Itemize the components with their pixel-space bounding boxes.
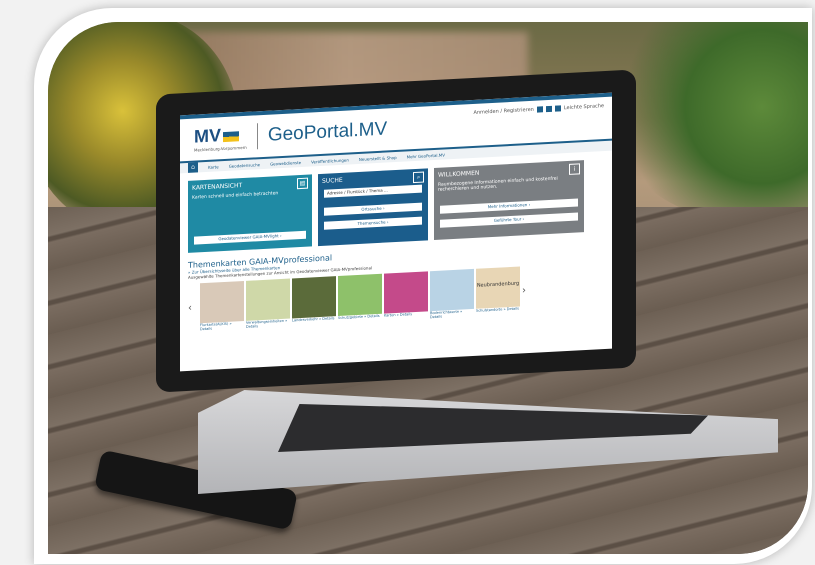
thumbnail-item[interactable]: Neubrandenburg Schulstandorte » Details [476, 266, 520, 317]
social-icon[interactable] [536, 106, 543, 113]
laptop-display: MV Mecklenburg-Vorpommern GeoPortal.MV A… [156, 69, 636, 393]
thumbnail-caption[interactable]: Schulstandorte » Details [476, 307, 520, 313]
header-links: Anmelden / Registrieren Leichte Sprache [473, 103, 604, 116]
map-icon: ▤ [297, 177, 308, 190]
website-screen: MV Mecklenburg-Vorpommern GeoPortal.MV A… [180, 92, 612, 372]
thumbnail-caption[interactable]: Verwaltungseinheiten » Details [246, 319, 290, 329]
site-title: GeoPortal.MV [267, 118, 388, 146]
chevron-left-icon[interactable]: ‹ [188, 302, 198, 313]
nav-item[interactable]: Geodatensuche [229, 162, 260, 169]
map-thumbnail[interactable] [246, 278, 290, 321]
map-thumbnail[interactable] [384, 271, 428, 314]
thumbnail-caption[interactable]: Landesverkehr » Details [292, 316, 336, 322]
thumbnail-item[interactable]: Karten » Details [384, 271, 428, 321]
login-link[interactable]: Anmelden / Registrieren [473, 107, 533, 116]
nav-item[interactable]: Veröffentlichungen [311, 157, 349, 164]
willkommen-box: WILLKOMMEN i Raumbezogene Informationen … [434, 160, 584, 241]
social-icon[interactable] [545, 105, 552, 113]
search-icon[interactable]: ⌕ [413, 171, 424, 184]
themensuche-button[interactable]: Themensuche › [324, 216, 422, 230]
language-link[interactable]: Leichte Sprache [564, 103, 604, 111]
thumbnail-item[interactable]: Schutzgebiete » Details [338, 273, 382, 324]
thumbnail-caption[interactable]: Karten » Details [384, 311, 428, 317]
photo-frame: MV Mecklenburg-Vorpommern GeoPortal.MV A… [34, 8, 812, 564]
thumbnail-item[interactable]: Verwaltungseinheiten » Details [246, 278, 290, 329]
thumbnail-item[interactable]: Landesverkehr » Details [292, 276, 336, 326]
header-divider [256, 123, 258, 150]
thumbnail-item[interactable]: Bodenrichtwerte » Details [430, 268, 474, 320]
map-thumbnail[interactable] [292, 276, 336, 319]
green-bush [608, 22, 808, 222]
nav-item[interactable]: Neuerstellt & Shop [359, 154, 397, 161]
thumbnail-caption[interactable]: Schutzgebiete » Details [338, 314, 382, 320]
thumbnail-caption[interactable]: Flurkarte(ALKIS) » Details [200, 321, 244, 332]
laptop-photo: MV Mecklenburg-Vorpommern GeoPortal.MV A… [48, 22, 808, 554]
logo-text: MV [194, 125, 221, 147]
map-thumbnail[interactable]: Neubrandenburg [476, 266, 520, 309]
mv-logo[interactable]: MV Mecklenburg-Vorpommern [194, 124, 247, 152]
ortssuche-button[interactable]: Ortssuche › [324, 202, 422, 216]
nav-item[interactable]: Geowebdienste [270, 159, 301, 166]
viewer-button[interactable]: Geodatenviewer GAIA-MVlight › [194, 230, 306, 245]
thumbnail-item[interactable]: Flurkarte(ALKIS) » Details [200, 280, 244, 332]
more-info-button[interactable]: Mehr Informationen › [440, 198, 578, 214]
suche-box: SUCHE ⌕ Adresse / Flurstück / Thema ... … [318, 168, 428, 247]
social-icon[interactable] [554, 105, 561, 112]
map-thumbnail[interactable] [430, 268, 474, 312]
info-icon: i [569, 163, 580, 175]
thumbnail-label: Neubrandenburg [476, 280, 520, 289]
chevron-right-icon[interactable]: › [522, 284, 532, 296]
tour-button[interactable]: Geführte Tour › [440, 212, 578, 228]
map-thumbnail[interactable] [338, 273, 382, 317]
map-thumbnail[interactable] [200, 280, 244, 324]
kartenansicht-box: KARTENANSICHT ▤ Karten schnell und einfa… [188, 174, 312, 253]
nav-item[interactable]: Karte [208, 164, 219, 170]
home-icon[interactable]: ⌂ [188, 162, 198, 173]
flag-icon [223, 130, 239, 142]
thumbnail-caption[interactable]: Bodenrichtwerte » Details [430, 309, 474, 320]
nav-item[interactable]: Mehr GeoPortal.MV [407, 152, 445, 159]
